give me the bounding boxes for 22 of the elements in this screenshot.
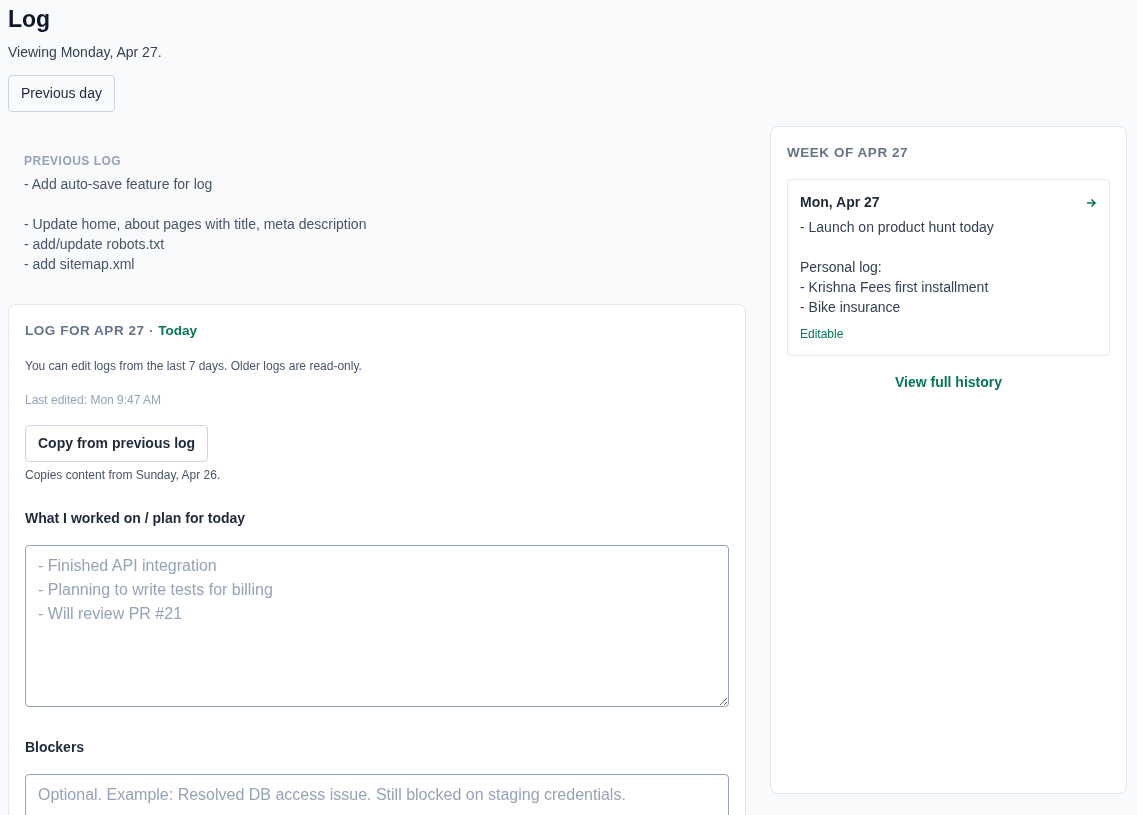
- arrow-right-icon[interactable]: [1086, 197, 1097, 208]
- copy-previous-button[interactable]: Copy from previous log: [25, 424, 209, 462]
- page-subtitle: Viewing Monday, Apr 27.: [8, 42, 163, 62]
- week-heading: WEEK OF APR 27: [787, 144, 910, 162]
- log-heading: LOG FOR APR 27: [25, 322, 145, 338]
- section-heading: PREVIOUS LOG: [24, 152, 123, 170]
- copy-hint: Copies content from Sunday, Apr 26.: [25, 466, 222, 484]
- day-log-text: - Launch on product hunt today Personal log: - Krishna Fees first installment - Bike insurance: [800, 218, 995, 318]
- field-label: What I worked on / plan for today: [25, 508, 247, 528]
- text-area[interactable]: Optional. Example: Resolved DB access issue. Still blocked on staging credentials.: [25, 773, 729, 815]
- editable-status: Editable: [800, 326, 845, 344]
- last-edited-text: Last edited: Mon 9:47 AM: [25, 391, 163, 409]
- today-label: Today: [158, 322, 197, 338]
- previous-log-text: - Add auto-save feature for log - Update home, about pages with title, meta description - add/update robots.txt - add sitemap.xml: [24, 174, 368, 274]
- day-date: Mon, Apr 27: [800, 193, 880, 213]
- edit-notice: You can edit logs from the last 7 days. Older logs are read-only.: [25, 357, 363, 375]
- separator-dot: ·: [148, 322, 154, 338]
- view-history-link[interactable]: View full history: [894, 374, 1003, 391]
- field-label: Blockers: [25, 737, 86, 757]
- text-area[interactable]: - Finished API integration - Planning to write tests for billing - Will review PR #21: [25, 544, 729, 707]
- page-title: Log: [8, 6, 52, 34]
- previous-day-button[interactable]: Previous day: [8, 74, 115, 112]
